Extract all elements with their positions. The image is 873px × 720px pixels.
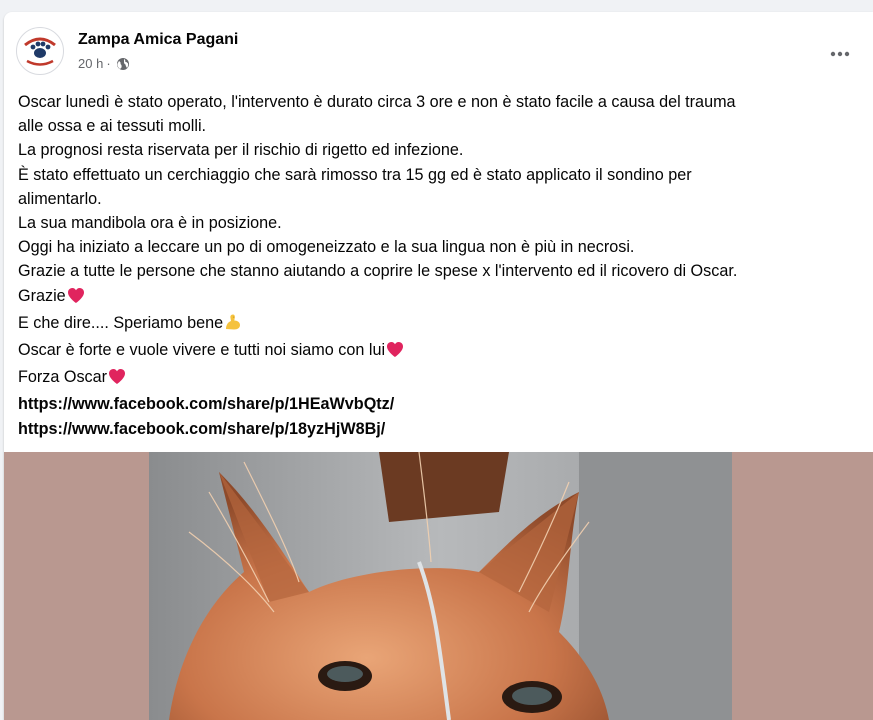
message-text: Forza Oscar [18, 368, 108, 387]
flexed-biceps-emoji [224, 313, 242, 338]
message-line: Grazie a tutte le persone che stanno aiu… [18, 262, 738, 281]
globe-icon [116, 57, 130, 71]
share-link-2[interactable]: https://www.facebook.com/share/p/18yzHjW… [18, 417, 863, 441]
red-heart-emoji [108, 368, 126, 392]
post-card: Zampa Amica Pagani 20 h · Oscar lunedì è… [4, 12, 873, 720]
red-heart-emoji [67, 287, 85, 311]
more-options-button[interactable] [822, 36, 858, 72]
page-avatar[interactable] [16, 27, 64, 75]
message-line: alimentarlo. [18, 189, 102, 208]
post-timestamp[interactable]: 20 h [78, 56, 103, 71]
message-line-with-emoji: Forza Oscar [18, 365, 863, 392]
message-line-with-emoji: Oscar è forte e vuole vivere e tutti noi… [18, 338, 863, 365]
message-line: È stato effettuato un cerchiaggio che sa… [18, 165, 692, 184]
more-options-icon [830, 51, 850, 57]
paw-logo-icon [18, 29, 62, 73]
message-line: Oggi ha iniziato a leccare un po di omog… [18, 238, 635, 257]
post-media[interactable] [4, 452, 873, 720]
cat-photo[interactable] [149, 452, 732, 720]
message-line: Oscar lunedì è stato operato, l'interven… [18, 93, 736, 111]
message-line-with-emoji: Grazie [18, 284, 863, 311]
message-line: alle ossa e ai tessuti molli. [18, 117, 207, 136]
message-text: E che dire.... Speriamo bene [18, 313, 224, 332]
author-name[interactable]: Zampa Amica Pagani [78, 31, 238, 49]
message-line-with-emoji: E che dire.... Speriamo bene [18, 311, 863, 338]
post-header: Zampa Amica Pagani 20 h · [4, 12, 873, 82]
red-heart-emoji [386, 341, 404, 365]
message-text: Grazie [18, 286, 66, 305]
post-message: Oscar lunedì è stato operato, l'interven… [18, 90, 863, 441]
message-line: La sua mandibola ora è in posizione. [18, 214, 282, 233]
post-meta: 20 h · [78, 56, 130, 71]
cat-photo-illustration [149, 452, 732, 720]
message-text: Oscar è forte e vuole vivere e tutti noi… [18, 341, 386, 360]
meta-separator: · [106, 56, 111, 71]
message-line: La prognosi resta riservata per il risch… [18, 141, 464, 160]
share-link-1[interactable]: https://www.facebook.com/share/p/1HEaWvb… [18, 392, 863, 416]
